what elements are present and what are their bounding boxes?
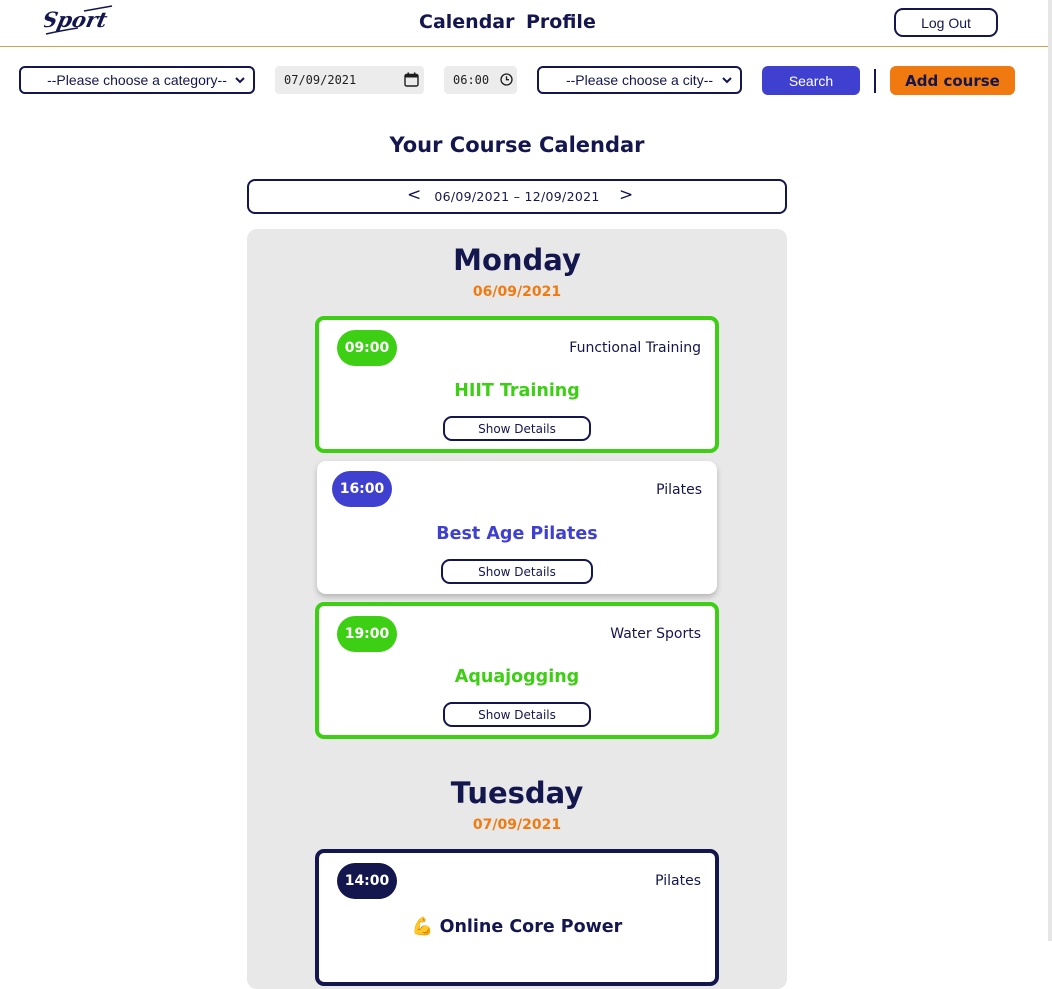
course-card-best-age-pilates[interactable]: 16:00 Pilates Best Age Pilates Show Deta… <box>317 461 717 594</box>
page-scrollbar[interactable] <box>1048 0 1052 941</box>
course-title: Best Age Pilates <box>436 524 598 544</box>
chevron-down-icon <box>722 77 732 84</box>
course-card-online-core-power[interactable]: 14:00 Pilates 💪 Online Core Power <box>315 849 719 986</box>
next-week-button[interactable]: > <box>619 185 633 205</box>
course-title: 💪 Online Core Power <box>411 917 623 937</box>
course-time-badge: 14:00 <box>337 863 397 899</box>
course-time-badge: 09:00 <box>337 330 397 366</box>
chevron-down-icon <box>235 77 245 84</box>
day-date-monday: 06/09/2021 <box>472 284 562 300</box>
course-title: Aquajogging <box>454 667 580 687</box>
toolbar-divider <box>874 69 876 93</box>
course-card-aquajogging[interactable]: 19:00 Water Sports Aquajogging Show Deta… <box>315 602 719 739</box>
course-category: Pilates <box>655 873 701 889</box>
time-input[interactable]: 06:00 <box>444 66 517 94</box>
time-input-value: 06:00 <box>453 73 490 87</box>
date-input-value: 07/09/2021 <box>284 73 357 87</box>
date-input[interactable]: 07/09/2021 <box>275 66 424 94</box>
day-name-tuesday: Tuesday <box>450 776 584 810</box>
category-select-value: --Please choose a category-- <box>47 72 227 88</box>
logout-button[interactable]: Log Out <box>894 8 998 37</box>
search-button[interactable]: Search <box>762 66 860 95</box>
course-category: Water Sports <box>610 626 701 642</box>
day-date-tuesday: 07/09/2021 <box>472 817 562 833</box>
course-card-hiit[interactable]: 09:00 Functional Training HIIT Training … <box>315 316 719 453</box>
course-title: HIIT Training <box>454 381 580 401</box>
show-details-button[interactable]: Show Details <box>443 416 591 441</box>
category-select[interactable]: --Please choose a category-- <box>19 66 255 94</box>
show-details-button[interactable]: Show Details <box>443 702 591 727</box>
sport-logo-icon: Sport <box>40 5 113 35</box>
course-time-badge: 16:00 <box>332 471 392 507</box>
show-details-button[interactable]: Show Details <box>441 559 593 584</box>
week-range-label: 06/09/2021 – 12/09/2021 <box>434 189 600 204</box>
nav-calendar-link[interactable]: Calendar <box>419 11 514 33</box>
day-name-monday: Monday <box>453 243 581 277</box>
sport-logo[interactable]: Sport <box>40 3 116 37</box>
week-navigator: < 06/09/2021 – 12/09/2021 > <box>247 179 787 214</box>
city-select-value: --Please choose a city-- <box>565 72 714 88</box>
city-select[interactable]: --Please choose a city-- <box>537 66 742 94</box>
nav-profile-link[interactable]: Profile <box>526 11 596 33</box>
calendar-title: Your Course Calendar <box>389 133 645 157</box>
svg-text:Sport: Sport <box>44 8 110 33</box>
course-time-badge: 19:00 <box>337 616 397 652</box>
calendar-panel: Monday 06/09/2021 09:00 Functional Train… <box>247 229 787 989</box>
top-navbar: Sport Calendar Profile Log Out <box>0 0 1048 47</box>
calendar-icon[interactable] <box>404 72 419 87</box>
course-category: Functional Training <box>569 340 701 356</box>
course-category: Pilates <box>656 482 702 498</box>
add-course-button[interactable]: Add course <box>890 66 1015 95</box>
clock-icon[interactable] <box>500 73 513 86</box>
